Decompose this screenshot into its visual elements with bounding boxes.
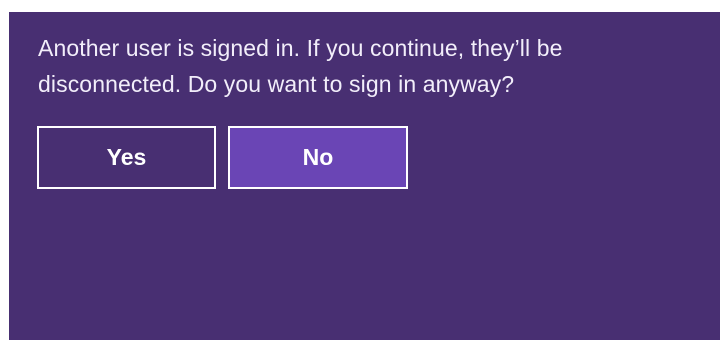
dialog-message: Another user is signed in. If you contin… bbox=[38, 35, 563, 97]
no-button[interactable]: No bbox=[228, 126, 408, 189]
yes-button[interactable]: Yes bbox=[37, 126, 216, 189]
sign-in-conflict-dialog: Another user is signed in. If you contin… bbox=[9, 12, 720, 340]
